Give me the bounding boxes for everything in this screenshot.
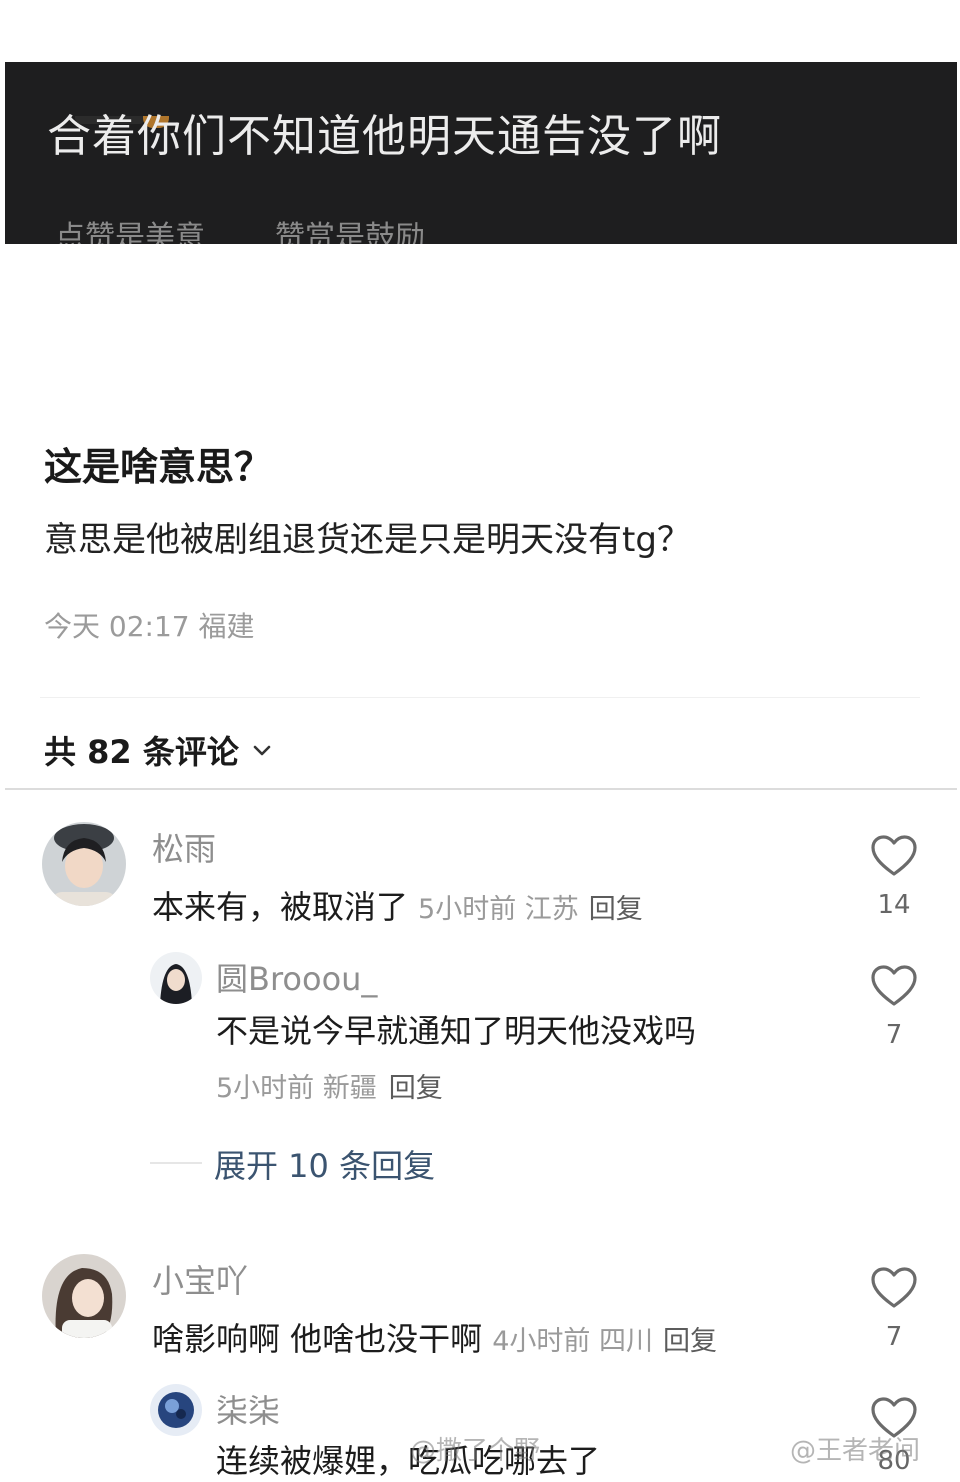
heart-icon[interactable] bbox=[870, 964, 918, 1008]
avatar[interactable] bbox=[42, 1254, 126, 1338]
chevron-down-icon bbox=[253, 745, 271, 756]
avatar[interactable] bbox=[150, 952, 202, 1004]
banner-caption-left: 点赞是美意 bbox=[55, 220, 205, 244]
divider bbox=[40, 697, 920, 698]
avatar[interactable] bbox=[150, 1384, 202, 1436]
expand-replies-link[interactable]: 展开 10 条回复 bbox=[214, 1141, 435, 1187]
comment-author[interactable]: 松雨 bbox=[152, 824, 216, 870]
reply-button[interactable]: 回复 bbox=[389, 1066, 443, 1105]
comment-meta: 4小时前 四川 bbox=[492, 1326, 653, 1357]
comment-row: 啥影响啊 他啥也没干啊 4小时前 四川 回复 bbox=[152, 1314, 717, 1360]
reply-button[interactable]: 回复 bbox=[663, 1319, 717, 1358]
comment-text: 本来有，被取消了 bbox=[152, 888, 409, 926]
video-banner[interactable]: 合着你们不知道他明天通告没了啊 点赞是美意 赞赏是鼓励 bbox=[5, 62, 957, 244]
like-count: 14 bbox=[877, 890, 911, 920]
like-count: 7 bbox=[885, 1020, 903, 1050]
comment-row: 本来有，被取消了 5小时前 江苏 回复 bbox=[152, 882, 643, 928]
reply-meta-row: 5小时前 新疆 回复 bbox=[216, 1066, 443, 1105]
watermark-right: @王者老间 bbox=[790, 1436, 921, 1466]
heart-icon[interactable] bbox=[870, 834, 918, 878]
post-meta: 今天 02:17 福建 bbox=[44, 610, 255, 643]
reply-meta: 5小时前 新疆 bbox=[216, 1073, 377, 1104]
divider bbox=[5, 788, 957, 790]
video-subtitle: 合着你们不知道他明天通告没了啊 bbox=[47, 111, 722, 162]
reply-author[interactable]: 圆Brooou_ bbox=[216, 954, 377, 1000]
comment-meta: 5小时前 江苏 bbox=[418, 894, 579, 925]
post-body: 意思是他被剧组退货还是只是明天没有tg？ bbox=[44, 520, 691, 560]
comment-count-sort[interactable]: 共 82 条评论 bbox=[44, 727, 273, 773]
comment-text: 啥影响啊 他啥也没干啊 bbox=[152, 1320, 483, 1358]
post-title: 这是啥意思？ bbox=[44, 445, 273, 489]
reply-button[interactable]: 回复 bbox=[589, 887, 643, 926]
reply-text: 不是说今早就通知了明天他没戏吗 bbox=[216, 1012, 697, 1050]
banner-caption-right: 赞赏是鼓励 bbox=[275, 220, 425, 244]
comment-author[interactable]: 小宝吖 bbox=[152, 1256, 248, 1302]
reply-author[interactable]: 柒柒 bbox=[216, 1386, 280, 1432]
heart-icon[interactable] bbox=[870, 1266, 918, 1310]
expand-line bbox=[150, 1162, 202, 1164]
avatar[interactable] bbox=[42, 822, 126, 906]
watermark-left: @撒了个野 bbox=[410, 1436, 541, 1466]
like-count: 7 bbox=[885, 1322, 903, 1352]
comment-count-label: 共 82 条评论 bbox=[44, 733, 239, 771]
reply-text: 连续被爆娌，吃瓜吃哪去了 bbox=[216, 1442, 601, 1480]
